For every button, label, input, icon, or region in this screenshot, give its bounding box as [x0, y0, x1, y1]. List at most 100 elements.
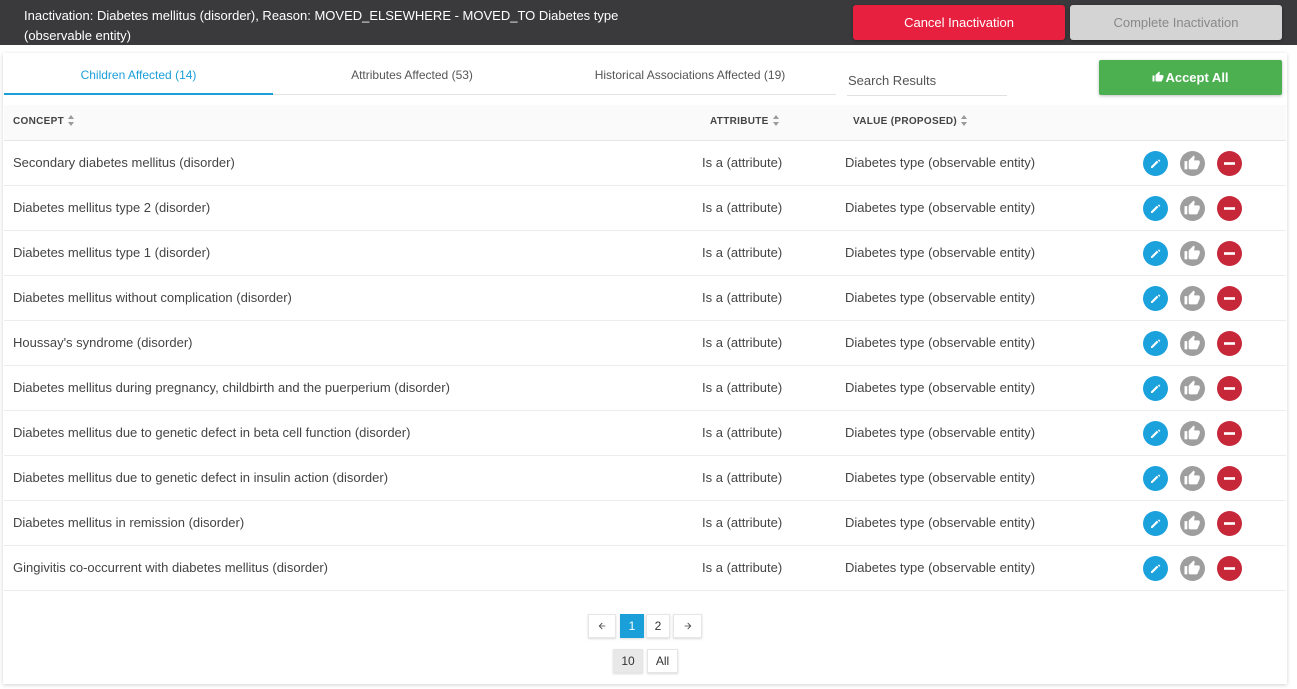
- accept-button[interactable]: [1180, 466, 1205, 491]
- concept-cell[interactable]: Diabetes mellitus type 1 (disorder): [13, 231, 210, 275]
- next-page-button[interactable]: [673, 614, 702, 638]
- minus-circle-icon: [1224, 387, 1235, 390]
- thumbs-up-icon: [1184, 155, 1200, 170]
- attribute-cell: Is a (attribute): [702, 425, 783, 440]
- cancel-inactivation-button[interactable]: Cancel Inactivation: [853, 5, 1065, 40]
- minus-circle-icon: [1224, 297, 1235, 300]
- tab-children-affected[interactable]: Children Affected (14): [4, 53, 273, 95]
- attribute-cell: Is a (attribute): [702, 380, 783, 395]
- table-row: Houssay's syndrome (disorder) Is a (attri…: [4, 321, 1286, 366]
- concept-cell[interactable]: Diabetes mellitus type 2 (disorder): [13, 186, 210, 230]
- accept-button[interactable]: [1180, 421, 1205, 446]
- page-size-all-button[interactable]: All: [647, 649, 678, 673]
- inactivation-header: Inactivation: Diabetes mellitus (disorde…: [0, 0, 1297, 45]
- value-cell: Diabetes type (observable entity): [845, 560, 1036, 575]
- remove-button[interactable]: [1217, 196, 1242, 221]
- thumbs-up-icon: [1184, 335, 1200, 350]
- page-1-button[interactable]: 1: [620, 614, 644, 638]
- pencil-icon: [1151, 159, 1161, 168]
- value-cell: Diabetes type (observable entity): [845, 380, 1036, 395]
- complete-inactivation-button[interactable]: Complete Inactivation: [1070, 5, 1282, 40]
- search-input[interactable]: [847, 66, 1007, 96]
- arrow-right-icon: [684, 622, 691, 630]
- tab-historical-associations[interactable]: Historical Associations Affected (19): [551, 53, 829, 95]
- edit-button[interactable]: [1143, 151, 1168, 176]
- table-row: Diabetes mellitus due to genetic defect …: [4, 411, 1286, 456]
- pencil-icon: [1151, 249, 1161, 258]
- accept-button[interactable]: [1180, 331, 1205, 356]
- edit-button[interactable]: [1143, 511, 1168, 536]
- pencil-icon: [1151, 429, 1161, 438]
- table-row: Secondary diabetes mellitus (disorder) Is…: [4, 141, 1286, 186]
- concept-cell[interactable]: Diabetes mellitus without complication (…: [13, 276, 292, 320]
- remove-button[interactable]: [1217, 286, 1242, 311]
- pencil-icon: [1151, 384, 1161, 393]
- remove-button[interactable]: [1217, 466, 1242, 491]
- accept-button[interactable]: [1180, 196, 1205, 221]
- remove-button[interactable]: [1217, 151, 1242, 176]
- concept-cell[interactable]: Diabetes mellitus in remission (disorder…: [13, 501, 244, 545]
- edit-button[interactable]: [1143, 286, 1168, 311]
- concept-cell[interactable]: Diabetes mellitus due to genetic defect …: [13, 456, 388, 500]
- minus-circle-icon: [1224, 207, 1235, 210]
- edit-button[interactable]: [1143, 556, 1168, 581]
- tab-attributes-affected[interactable]: Attributes Affected (53): [273, 53, 551, 95]
- minus-circle-icon: [1224, 162, 1235, 165]
- concept-cell[interactable]: Diabetes mellitus due to genetic defect …: [13, 411, 410, 455]
- concept-cell[interactable]: Secondary diabetes mellitus (disorder): [13, 141, 235, 185]
- accept-button[interactable]: [1180, 241, 1205, 266]
- attribute-cell: Is a (attribute): [702, 200, 783, 215]
- attribute-cell: Is a (attribute): [702, 470, 783, 485]
- remove-button[interactable]: [1217, 556, 1242, 581]
- concept-cell[interactable]: Diabetes mellitus during pregnancy, chil…: [13, 366, 450, 410]
- remove-button[interactable]: [1217, 241, 1242, 266]
- thumbs-up-icon: [1184, 425, 1200, 440]
- minus-circle-icon: [1224, 432, 1235, 435]
- pencil-icon: [1151, 564, 1161, 573]
- value-cell: Diabetes type (observable entity): [845, 515, 1036, 530]
- column-header-attribute[interactable]: ATTRIBUTE: [710, 105, 780, 141]
- edit-button[interactable]: [1143, 466, 1168, 491]
- remove-button[interactable]: [1217, 511, 1242, 536]
- attribute-cell: Is a (attribute): [702, 155, 783, 170]
- accept-all-label: Accept All: [1165, 70, 1229, 85]
- page-2-button[interactable]: 2: [646, 614, 670, 638]
- previous-page-button[interactable]: [588, 614, 616, 638]
- edit-button[interactable]: [1143, 421, 1168, 446]
- minus-circle-icon: [1224, 252, 1235, 255]
- accept-button[interactable]: [1180, 286, 1205, 311]
- concept-cell[interactable]: Houssay's syndrome (disorder): [13, 321, 193, 365]
- remove-button[interactable]: [1217, 421, 1242, 446]
- sort-icon: [68, 114, 75, 126]
- column-header-concept[interactable]: CONCEPT: [13, 105, 75, 141]
- sort-icon: [772, 114, 780, 126]
- accept-button[interactable]: [1180, 556, 1205, 581]
- table-row: Gingivitis co-occurrent with diabetes me…: [4, 546, 1286, 591]
- value-cell: Diabetes type (observable entity): [845, 200, 1036, 215]
- page-size-10-button[interactable]: 10: [613, 649, 643, 673]
- attribute-cell: Is a (attribute): [702, 290, 783, 305]
- value-cell: Diabetes type (observable entity): [845, 290, 1036, 305]
- pencil-icon: [1151, 519, 1161, 528]
- attribute-cell: Is a (attribute): [702, 560, 783, 575]
- edit-button[interactable]: [1143, 331, 1168, 356]
- edit-button[interactable]: [1143, 376, 1168, 401]
- edit-button[interactable]: [1143, 241, 1168, 266]
- concept-cell[interactable]: Gingivitis co-occurrent with diabetes me…: [13, 546, 328, 590]
- thumbs-up-icon: [1152, 71, 1164, 82]
- thumbs-up-icon: [1184, 560, 1200, 575]
- column-header-value[interactable]: VALUE (PROPOSED): [853, 105, 968, 141]
- pencil-icon: [1151, 294, 1161, 303]
- remove-button[interactable]: [1217, 331, 1242, 356]
- accept-button[interactable]: [1180, 376, 1205, 401]
- remove-button[interactable]: [1217, 376, 1242, 401]
- table-row: Diabetes mellitus in remission (disorder…: [4, 501, 1286, 546]
- table-row: Diabetes mellitus without complication (…: [4, 276, 1286, 321]
- accept-all-button[interactable]: Accept All: [1099, 60, 1282, 95]
- accept-button[interactable]: [1180, 511, 1205, 536]
- accept-button[interactable]: [1180, 151, 1205, 176]
- attribute-cell: Is a (attribute): [702, 515, 783, 530]
- edit-button[interactable]: [1143, 196, 1168, 221]
- value-cell: Diabetes type (observable entity): [845, 245, 1036, 260]
- attribute-cell: Is a (attribute): [702, 335, 783, 350]
